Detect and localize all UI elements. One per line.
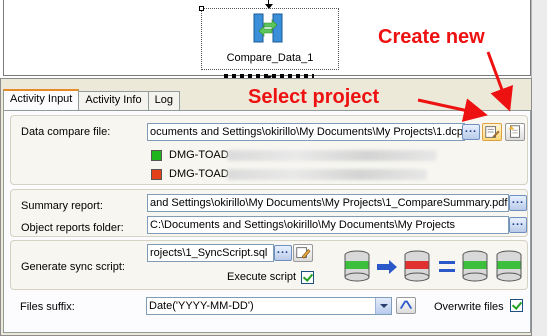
suffix-options-button[interactable] <box>396 297 416 314</box>
format-icon <box>399 300 413 310</box>
compare-data-icon <box>253 13 283 43</box>
reports-group: Summary report: and Settings\okirillo\My… <box>10 189 528 237</box>
sync-browse-button[interactable]: ... <box>274 245 292 261</box>
edit-script-button[interactable] <box>293 244 313 262</box>
summary-report-input[interactable]: and Settings\okirillo\My Documents\My Pr… <box>147 194 509 212</box>
sync-script-group: Generate sync script: rojects\1_SyncScri… <box>10 240 528 290</box>
generate-sync-script-label: Generate sync script: <box>21 261 125 273</box>
summary-report-label: Summary report: <box>21 200 103 212</box>
connection-target-label: DMG-TOAD <box>169 168 229 180</box>
connection-status-icon <box>151 150 162 161</box>
create-new-project-button[interactable] <box>505 123 525 141</box>
tab-activity-input[interactable]: Activity Input <box>3 89 80 110</box>
arrow-right-icon <box>377 260 397 274</box>
tab-activity-info[interactable]: Activity Info <box>78 91 149 110</box>
synced-database-icon <box>462 250 488 282</box>
files-suffix-value: Date('YYYY-MM-DD') <box>149 300 254 312</box>
overwrite-files-label: Overwrite files <box>434 301 504 313</box>
annotation-create-new: Create new <box>378 26 485 48</box>
select-project-icon <box>485 126 500 138</box>
folder-browse-button[interactable]: ... <box>509 217 527 233</box>
source-database-icon <box>344 250 370 282</box>
tab-log[interactable]: Log <box>147 91 180 110</box>
activity-input-panel: Data compare file: ocuments and Settings… <box>3 110 531 333</box>
sync-script-input[interactable]: rojects\1_SyncScript.sql <box>147 244 274 262</box>
select-project-button[interactable] <box>482 123 502 141</box>
chevron-down-icon[interactable] <box>375 298 391 314</box>
selection-handle[interactable] <box>199 6 204 11</box>
annotation-select-project: Select project <box>248 86 380 108</box>
synced-database-icon <box>496 250 522 282</box>
connection-source-detail-blurred <box>227 150 437 161</box>
tab-strip: Activity Input Activity Info Log <box>3 89 180 111</box>
target-database-icon <box>404 250 430 282</box>
connection-target-detail-blurred <box>227 169 427 180</box>
object-reports-folder-input[interactable]: C:\Documents and Settings\okirillo\My Do… <box>147 216 509 234</box>
object-reports-folder-label: Object reports folder: <box>21 222 124 234</box>
data-compare-file-input[interactable]: ocuments and Settings\okirillo\My Docume… <box>147 123 465 141</box>
overwrite-files-checkbox[interactable] <box>510 299 523 312</box>
summary-browse-button[interactable]: ... <box>509 195 527 211</box>
browse-button[interactable]: ... <box>462 124 480 140</box>
vertical-scrollbar[interactable] <box>531 0 547 336</box>
create-new-icon <box>508 125 520 138</box>
equals-icon <box>439 261 455 272</box>
files-suffix-combo[interactable]: Date('YYYY-MM-DD') <box>146 297 392 315</box>
activity-label: Compare_Data_1 <box>226 52 314 64</box>
execute-script-checkbox[interactable] <box>301 271 314 284</box>
activity-properties-dialog: Activity Input Activity Info Log Data co… <box>0 78 532 336</box>
connection-status-icon <box>151 169 162 180</box>
data-compare-file-label: Data compare file: <box>21 126 111 138</box>
connection-source-label: DMG-TOAD <box>169 149 229 161</box>
sync-illustration <box>344 250 522 282</box>
edit-script-icon <box>296 247 311 259</box>
files-suffix-label: Files suffix: <box>20 301 75 313</box>
execute-script-label: Execute script <box>227 271 297 283</box>
data-compare-group: Data compare file: ocuments and Settings… <box>10 115 528 185</box>
